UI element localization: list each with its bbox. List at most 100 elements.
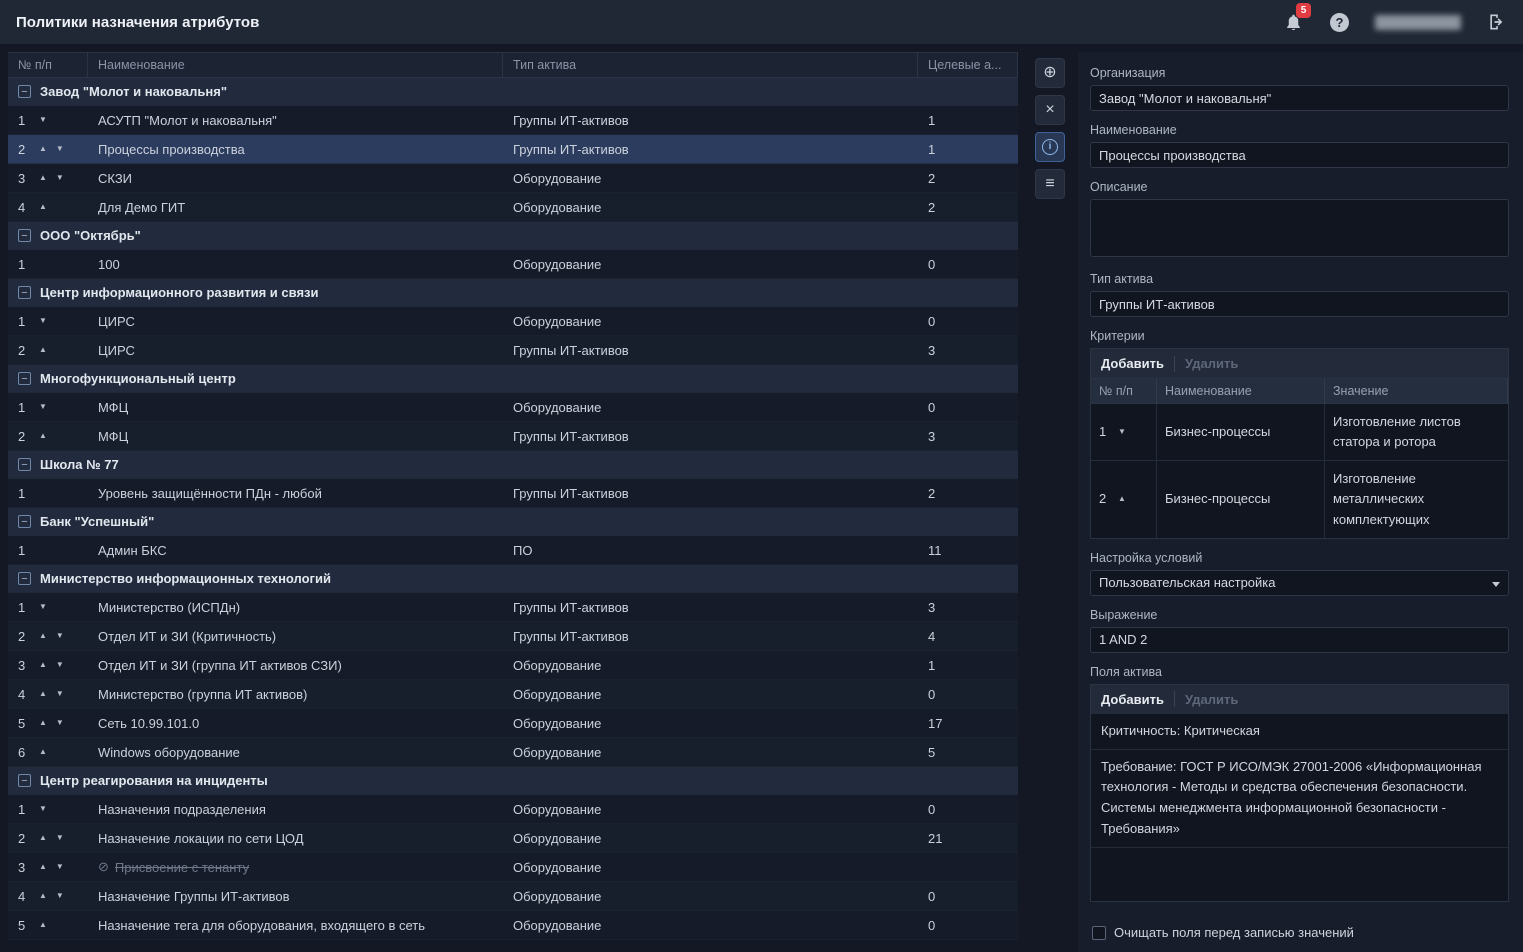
collapse-minus-icon[interactable]: −: [18, 458, 31, 471]
list-view-button[interactable]: ≡: [1035, 169, 1065, 199]
policy-row[interactable]: 1 Уровень защищённости ПДн - любой Группы …: [8, 479, 1018, 508]
policy-row[interactable]: 1 ▼ Назначения подразделения Оборудование 0: [8, 795, 1018, 824]
move-down-icon[interactable]: ▼: [1118, 428, 1126, 436]
group-header-row[interactable]: − Завод "Молот и наковальня": [8, 78, 1018, 106]
move-up-icon[interactable]: ▲: [39, 690, 47, 698]
add-policy-button[interactable]: ⊕: [1035, 58, 1065, 88]
name-field[interactable]: [1090, 142, 1509, 168]
policy-row[interactable]: 5 ▲ ▼ Сеть 10.99.101.0 Оборудование 17: [8, 709, 1018, 738]
col-header-num[interactable]: № п/п: [8, 53, 88, 77]
move-down-icon[interactable]: ▼: [39, 805, 47, 813]
collapse-minus-icon[interactable]: −: [18, 85, 31, 98]
move-down-icon[interactable]: ▼: [56, 892, 64, 900]
move-down-icon[interactable]: ▼: [39, 116, 47, 124]
condition-select[interactable]: Пользовательская настройка: [1090, 569, 1509, 596]
move-down-icon[interactable]: ▼: [56, 863, 64, 871]
organization-field[interactable]: [1090, 85, 1509, 111]
move-up-icon[interactable]: ▲: [39, 719, 47, 727]
group-header-row[interactable]: − Банк "Успешный": [8, 508, 1018, 536]
criteria-delete-button[interactable]: Удалить: [1185, 356, 1238, 371]
policy-row[interactable]: 3 ▲ ▼ Отдел ИТ и ЗИ (группа ИТ активов СЗИ)…: [8, 651, 1018, 680]
policy-row[interactable]: 1 ▼ Министерство (ИСПДн) Группы ИТ-активов 3: [8, 593, 1018, 622]
policy-name: Процессы производства: [98, 141, 245, 157]
move-down-icon[interactable]: ▼: [56, 834, 64, 842]
group-header-row[interactable]: − Школа № 77: [8, 451, 1018, 479]
move-down-icon[interactable]: ▼: [56, 690, 64, 698]
move-down-icon[interactable]: ▼: [39, 317, 47, 325]
delete-policy-button[interactable]: ×: [1035, 95, 1065, 125]
policy-name-cell: Уровень защищённости ПДн - любой: [88, 486, 503, 501]
move-up-icon[interactable]: ▲: [39, 432, 47, 440]
move-down-icon[interactable]: ▼: [39, 603, 47, 611]
policy-row[interactable]: 3 ▲ ▼ ⊘ Присвоение с тенанту Оборудование: [8, 853, 1018, 882]
group-header-row[interactable]: − Центр информационного развития и связи: [8, 279, 1018, 307]
expression-field[interactable]: [1090, 626, 1509, 653]
move-down-icon[interactable]: ▼: [56, 719, 64, 727]
group-header-row[interactable]: − Центр реагирования на инциденты: [8, 767, 1018, 795]
asset-fields-delete-button[interactable]: Удалить: [1185, 692, 1238, 707]
group-header-row[interactable]: − Министерство информационных технологий: [8, 565, 1018, 593]
move-up-icon[interactable]: ▲: [39, 346, 47, 354]
move-up-icon[interactable]: ▲: [39, 145, 47, 153]
move-up-icon[interactable]: ▲: [39, 748, 47, 756]
policy-row[interactable]: 2 ▲ ЦИРС Группы ИТ-активов 3: [8, 336, 1018, 365]
move-down-icon[interactable]: ▼: [56, 632, 64, 640]
collapse-minus-icon[interactable]: −: [18, 515, 31, 528]
group-header-row[interactable]: − ООО "Октябрь": [8, 222, 1018, 250]
policy-row[interactable]: 4 ▲ Для Демо ГИТ Оборудование 2: [8, 193, 1018, 222]
policy-row[interactable]: 1 ▼ МФЦ Оборудование 0: [8, 393, 1018, 422]
policy-row[interactable]: 1 Админ БКС ПО 11: [8, 536, 1018, 565]
criteria-add-button[interactable]: Добавить: [1101, 356, 1164, 371]
policy-row[interactable]: 1 ▼ АСУТП "Молот и наковальня" Группы ИТ-ак…: [8, 106, 1018, 135]
clear-fields-checkbox[interactable]: [1092, 925, 1106, 940]
move-up-icon[interactable]: ▲: [39, 892, 47, 900]
move-down-icon[interactable]: ▼: [39, 403, 47, 411]
collapse-minus-icon[interactable]: −: [18, 572, 31, 585]
move-up-icon[interactable]: ▲: [1118, 495, 1126, 503]
move-up-icon[interactable]: ▲: [39, 834, 47, 842]
col-header-targets[interactable]: Целевые а...: [918, 53, 1018, 77]
criteria-row[interactable]: 2 ▲ Бизнес-процессы Изготовление металличес…: [1091, 461, 1508, 538]
move-up-icon[interactable]: ▲: [39, 203, 47, 211]
asset-fields-add-button[interactable]: Добавить: [1101, 692, 1164, 707]
move-down-icon[interactable]: ▼: [56, 661, 64, 669]
move-down-icon[interactable]: ▼: [56, 174, 64, 182]
policy-row[interactable]: 2 ▲ ▼ Процессы производства Группы ИТ-активо…: [8, 135, 1018, 164]
col-header-name[interactable]: Наименование: [88, 53, 503, 77]
policy-row[interactable]: 6 ▲ Windows оборудование Оборудование 5: [8, 738, 1018, 767]
policy-row[interactable]: 3 ▲ ▼ СКЗИ Оборудование 2: [8, 164, 1018, 193]
move-up-icon[interactable]: ▲: [39, 921, 47, 929]
policy-name: СКЗИ: [98, 170, 133, 186]
col-header-asset-type[interactable]: Тип актива: [503, 53, 918, 77]
asset-field-item[interactable]: Требование: ГОСТ Р ИСО/МЭК 27001-2006 «И…: [1091, 750, 1508, 848]
policy-row[interactable]: 4 ▲ ▼ Министерство (группа ИТ активов) Обору…: [8, 680, 1018, 709]
policy-row[interactable]: 5 ▲ Назначение тега для оборудования, вход…: [8, 911, 1018, 940]
collapse-minus-icon[interactable]: −: [18, 774, 31, 787]
criteria-row[interactable]: 1 ▼ Бизнес-процессы Изготовление листов ста…: [1091, 404, 1508, 462]
collapse-minus-icon[interactable]: −: [18, 229, 31, 242]
description-field[interactable]: [1090, 199, 1509, 257]
info-button[interactable]: i: [1035, 132, 1065, 162]
policy-row[interactable]: 1 100 Оборудование 0: [8, 250, 1018, 279]
move-up-icon[interactable]: ▲: [39, 632, 47, 640]
policy-row[interactable]: 1 ▼ ЦИРС Оборудование 0: [8, 307, 1018, 336]
group-header-row[interactable]: − Многофункциональный центр: [8, 365, 1018, 393]
move-up-icon[interactable]: ▲: [39, 863, 47, 871]
policy-row[interactable]: 2 ▲ ▼ Назначение локации по сети ЦОД Оборудо…: [8, 824, 1018, 853]
move-down-icon[interactable]: ▼: [56, 145, 64, 153]
help-button[interactable]: ?: [1330, 12, 1349, 32]
user-name-blurred[interactable]: [1375, 14, 1461, 30]
collapse-minus-icon[interactable]: −: [18, 372, 31, 385]
notifications-button[interactable]: 5: [1282, 3, 1311, 33]
policy-name-cell: МФЦ: [88, 429, 503, 444]
move-up-icon[interactable]: ▲: [39, 174, 47, 182]
policy-row[interactable]: 4 ▲ ▼ Назначение Группы ИТ-активов Оборудова…: [8, 882, 1018, 911]
logout-button[interactable]: [1487, 12, 1507, 32]
clear-fields-row[interactable]: Очищать поля перед записью значений: [1092, 925, 1354, 940]
policy-row[interactable]: 2 ▲ ▼ Отдел ИТ и ЗИ (Критичность) Группы ИТ-…: [8, 622, 1018, 651]
asset-type-field[interactable]: [1090, 291, 1509, 317]
asset-field-item[interactable]: Критичность: Критическая: [1091, 714, 1508, 750]
policy-row[interactable]: 2 ▲ МФЦ Группы ИТ-активов 3: [8, 422, 1018, 451]
collapse-minus-icon[interactable]: −: [18, 286, 31, 299]
move-up-icon[interactable]: ▲: [39, 661, 47, 669]
